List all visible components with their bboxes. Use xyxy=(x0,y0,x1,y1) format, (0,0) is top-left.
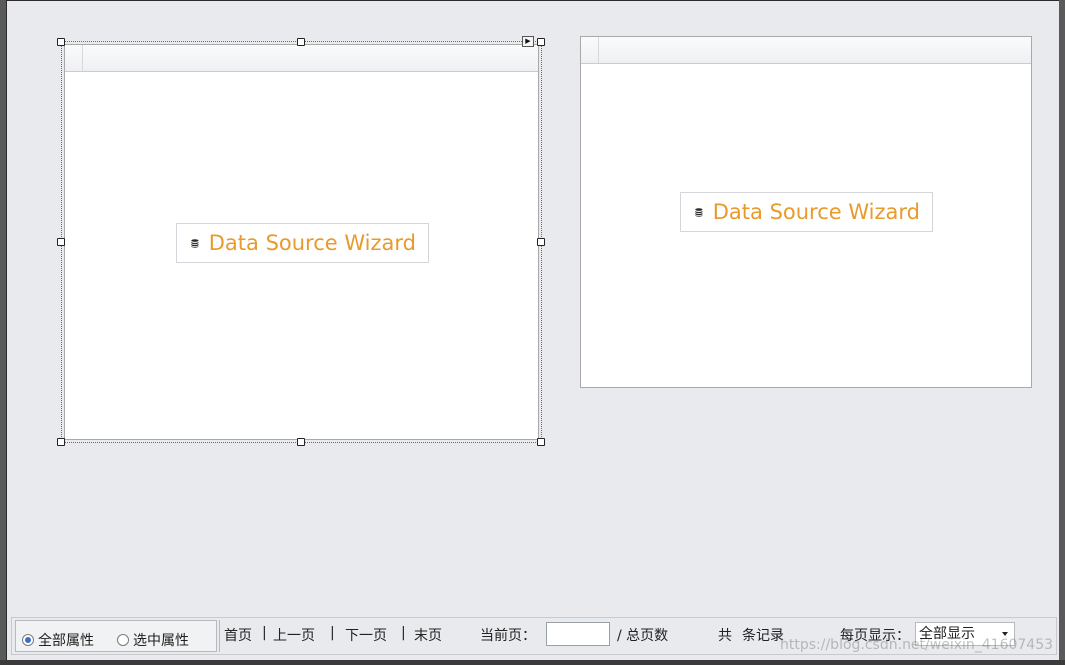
resize-handle-bottom-left[interactable] xyxy=(57,438,65,446)
resize-handle-middle-left[interactable] xyxy=(57,238,65,246)
watermark: https://blog.csdn.net/weixin_41607453 xyxy=(780,637,1054,653)
resize-handle-top-right[interactable] xyxy=(537,38,545,46)
separator: | xyxy=(262,625,267,641)
resize-handle-middle-right[interactable] xyxy=(537,238,545,246)
first-page-link[interactable]: 首页 xyxy=(224,625,252,645)
smart-tag-arrow-icon[interactable]: ▶ xyxy=(522,36,534,47)
radio-all-properties[interactable]: 全部属性 xyxy=(22,630,94,650)
resize-handle-bottom-middle[interactable] xyxy=(297,438,305,446)
resize-handle-top-middle[interactable] xyxy=(297,38,305,46)
grid-header-right xyxy=(581,37,1031,64)
data-source-wizard-button-right[interactable]: Data Source Wizard xyxy=(680,192,933,232)
records-prefix: 共 xyxy=(718,628,732,644)
prev-page-link[interactable]: 上一页 xyxy=(273,625,315,645)
property-radio-group: 全部属性 选中属性 xyxy=(15,620,217,652)
current-page-input[interactable] xyxy=(546,622,610,646)
total-pages-label: / 总页数 xyxy=(617,628,669,644)
designer-surface: Data Source Wizard ▶ Data Source Wizard xyxy=(6,0,1059,660)
current-page-label: 当前页： xyxy=(480,628,536,644)
separator: | xyxy=(401,625,406,641)
radio-checked-icon[interactable] xyxy=(22,634,34,646)
last-page-link[interactable]: 末页 xyxy=(414,625,442,645)
radio-unchecked-icon[interactable] xyxy=(117,634,129,646)
records-suffix: 条记录 xyxy=(742,628,784,644)
database-icon xyxy=(695,207,703,217)
selection-frame xyxy=(61,41,542,443)
next-page-link[interactable]: 下一页 xyxy=(345,625,387,645)
dropdown-arrow-icon[interactable] xyxy=(1002,632,1008,636)
resize-handle-top-left[interactable] xyxy=(57,38,65,46)
resize-handle-bottom-right[interactable] xyxy=(537,438,545,446)
grid-corner-cell xyxy=(581,37,599,63)
wizard-label-right: Data Source Wizard xyxy=(712,200,920,224)
radio-all-label: 全部属性 xyxy=(38,633,94,649)
separator: | xyxy=(330,625,335,641)
radio-selected-label: 选中属性 xyxy=(133,633,189,649)
data-grid-right[interactable]: Data Source Wizard xyxy=(580,36,1032,388)
radio-selected-properties[interactable]: 选中属性 xyxy=(117,630,189,650)
window-bottom-edge xyxy=(0,660,1065,665)
pager-divider xyxy=(219,620,220,652)
